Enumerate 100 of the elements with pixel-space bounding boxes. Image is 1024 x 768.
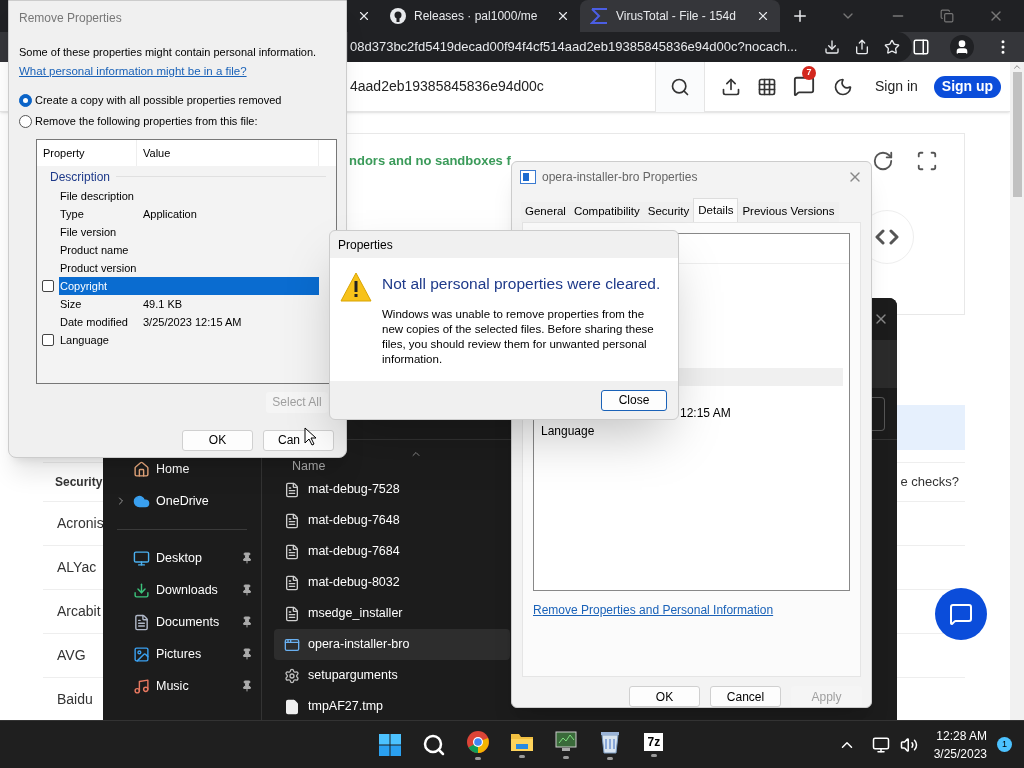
url-text: 08d373bc2fd5419decad00f94f4cf514aad2eb19385845836e94d00c?nocach... xyxy=(350,38,799,57)
search-icon[interactable] xyxy=(670,76,690,97)
nav-item[interactable]: Home xyxy=(103,459,261,479)
grid-icon[interactable] xyxy=(757,76,777,97)
checkbox[interactable] xyxy=(42,279,54,292)
message-icon[interactable] xyxy=(793,74,815,97)
profile-avatar[interactable] xyxy=(950,35,974,59)
window-title: Remove Properties xyxy=(19,10,123,27)
file-name: msedge_installer xyxy=(308,605,403,623)
text-file-icon xyxy=(284,605,300,622)
file-row[interactable]: mat-debug-7528 xyxy=(274,474,510,505)
bin-icon xyxy=(598,729,621,754)
property-row[interactable]: Date modified 3/25/2023 12:15 AM xyxy=(59,312,319,331)
application-icon xyxy=(520,169,536,184)
file-row[interactable]: mat-debug-7648 xyxy=(274,505,510,536)
question-text: e checks? xyxy=(900,473,959,492)
chat-button[interactable] xyxy=(935,588,987,640)
nav-label: Home xyxy=(156,460,191,478)
address-bar[interactable]: 08d373bc2fd5419decad00f94f4cf514aad2eb19385845836e94d00c?nocach... xyxy=(348,32,912,62)
property-name: Product version xyxy=(59,260,138,276)
nav-item[interactable]: Pictures xyxy=(103,644,261,664)
property-value: 12:15 AM xyxy=(680,404,731,422)
bookmark-star-icon[interactable] xyxy=(884,39,900,55)
clock-time[interactable]: 12:28 AM xyxy=(936,726,987,745)
property-row[interactable]: Language xyxy=(59,330,319,349)
notification-badge[interactable]: 1 xyxy=(997,737,1012,752)
warning-icon xyxy=(340,272,372,302)
install-icon[interactable] xyxy=(824,39,840,55)
text-file-icon xyxy=(284,543,300,560)
nav-item[interactable]: OneDrive xyxy=(103,491,261,511)
network-icon[interactable] xyxy=(871,735,890,754)
monitor-chart-icon xyxy=(553,730,578,753)
tab-title: Releases · pal1000/me xyxy=(414,8,539,25)
property-value: 3/25/2023 12:15 AM xyxy=(143,314,242,330)
close-tab-icon[interactable] xyxy=(357,9,371,23)
property-row[interactable]: Type Application xyxy=(59,204,319,223)
file-name: opera-installer-bro xyxy=(308,636,410,654)
restore-icon[interactable] xyxy=(940,9,954,23)
file-row[interactable]: setuparguments xyxy=(274,660,510,691)
side-panel-icon[interactable] xyxy=(912,38,930,56)
file-row[interactable]: mat-debug-7684 xyxy=(274,536,510,567)
nav-label: Downloads xyxy=(156,581,219,599)
dialog-button[interactable]: Cancel xyxy=(710,686,781,707)
new-tab-icon[interactable] xyxy=(791,7,809,25)
help-link[interactable]: What personal information might be in a file? xyxy=(19,62,336,80)
property-row[interactable]: Product version xyxy=(59,258,319,277)
close-tab-icon[interactable] xyxy=(556,9,570,23)
file-row[interactable]: msedge_installer xyxy=(274,598,510,629)
sign-in-link[interactable]: Sign in xyxy=(875,76,918,97)
radio-button[interactable] xyxy=(19,93,32,107)
column-header[interactable]: Name xyxy=(292,459,326,472)
property-row[interactable]: Copyright xyxy=(59,276,319,295)
nav-label: Pictures xyxy=(156,645,203,663)
browser-tab[interactable]: VirusTotal - File - 154d xyxy=(580,0,780,32)
column-header: Value xyxy=(137,139,319,166)
text-file-icon xyxy=(284,512,300,529)
reanalyze-icon[interactable] xyxy=(872,150,894,172)
nav-item[interactable]: Downloads xyxy=(103,580,261,600)
property-row[interactable]: File description xyxy=(59,186,319,205)
file-row[interactable]: opera-installer-bro xyxy=(274,629,510,660)
user-icon xyxy=(954,39,970,55)
close-button[interactable]: Close xyxy=(601,389,667,411)
dialog-button[interactable]: OK xyxy=(182,429,253,451)
upload-icon[interactable] xyxy=(721,76,741,97)
intro-text: Some of these properties might contain personal information. xyxy=(19,45,318,60)
nav-item[interactable]: Music xyxy=(103,676,261,696)
property-name: File version xyxy=(59,224,118,240)
scrollbar-thumb[interactable] xyxy=(1012,72,1022,197)
moon-icon[interactable] xyxy=(833,76,853,97)
nav-item[interactable]: Desktop xyxy=(103,548,261,568)
property-value: Application xyxy=(143,206,197,222)
property-row[interactable]: Product name xyxy=(59,240,319,259)
file-name: setuparguments xyxy=(308,667,398,685)
option-label: Create a copy with all possible properties removed xyxy=(35,92,282,108)
dialog-button[interactable]: Can xyxy=(263,429,334,451)
browser-tab[interactable]: Releases · pal1000/me xyxy=(380,0,580,32)
file-row[interactable]: mat-debug-8032 xyxy=(274,567,510,598)
radio-button[interactable] xyxy=(19,115,32,128)
nav-label: Music xyxy=(156,677,190,695)
clock-date[interactable]: 3/25/2023 xyxy=(933,744,987,763)
close-tab-icon[interactable] xyxy=(756,9,770,23)
property-name: Copyright xyxy=(59,278,109,294)
dialog-button[interactable]: OK xyxy=(629,686,700,707)
property-row[interactable]: Size 49.1 KB xyxy=(59,294,319,313)
property-row[interactable]: File version xyxy=(59,222,319,241)
file-row[interactable]: tmpAF27.tmp xyxy=(274,691,510,720)
message-heading: Not all personal properties were cleared. xyxy=(382,274,662,294)
nav-label: Documents xyxy=(156,613,221,631)
volume-icon[interactable] xyxy=(899,735,918,754)
dialog-tab[interactable]: Details xyxy=(693,197,739,222)
message-body: Windows was unable to remove properties from the new copies of the selected files. Before sharing these files, you should review them for unwanted personal information. xyxy=(382,307,655,368)
nav-item[interactable]: Documents xyxy=(103,612,261,632)
remove-properties-link[interactable]: Remove Properties and Personal Information xyxy=(533,600,850,619)
archiver-taskbar-button[interactable]: 7z xyxy=(633,722,674,767)
checkbox[interactable] xyxy=(42,333,54,346)
document-icon xyxy=(133,613,150,631)
sign-up-button[interactable]: Sign up xyxy=(933,75,1002,98)
text-file-icon xyxy=(284,481,300,498)
vendor-name: Baidu xyxy=(57,690,93,709)
share-icon[interactable] xyxy=(854,39,870,55)
